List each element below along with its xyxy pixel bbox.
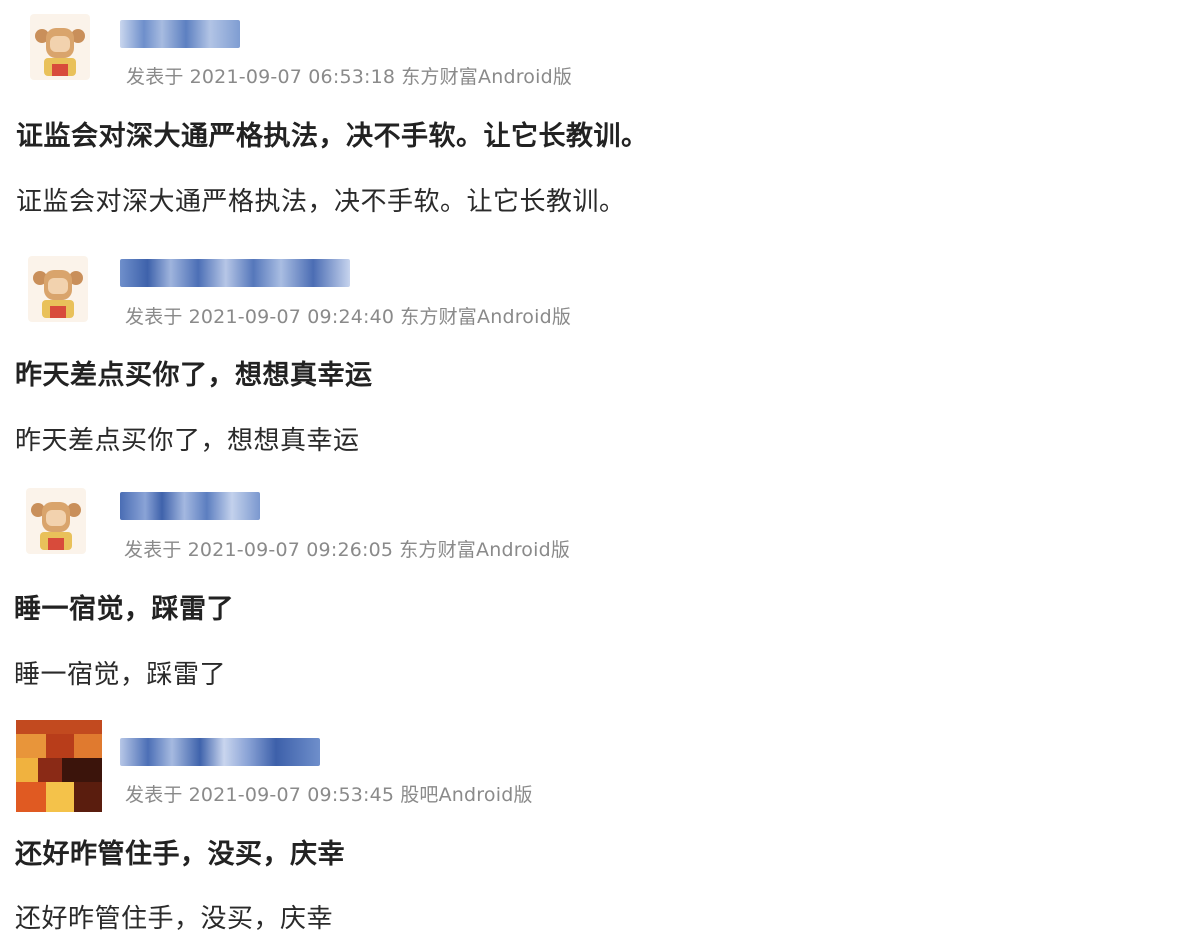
username-redacted[interactable] bbox=[120, 738, 320, 766]
post-body: 还好昨管住手，没买，庆幸 bbox=[15, 904, 334, 934]
post-meta: 发表于 2021-09-07 09:53:45 股吧Android版 bbox=[125, 780, 539, 807]
post-item: 发表于 2021-09-07 09:53:45 股吧Android版 还好昨管住手，… bbox=[0, 0, 1190, 946]
photo-avatar-icon bbox=[16, 720, 102, 812]
user-avatar[interactable] bbox=[16, 720, 102, 812]
meta-prefix: 发表于 bbox=[125, 784, 183, 806]
post-title[interactable]: 还好昨管住手，没买，庆幸 bbox=[15, 832, 345, 871]
post-timestamp: 2021-09-07 09:53:45 bbox=[188, 784, 395, 806]
post-source: 股吧Android版 bbox=[400, 784, 533, 806]
